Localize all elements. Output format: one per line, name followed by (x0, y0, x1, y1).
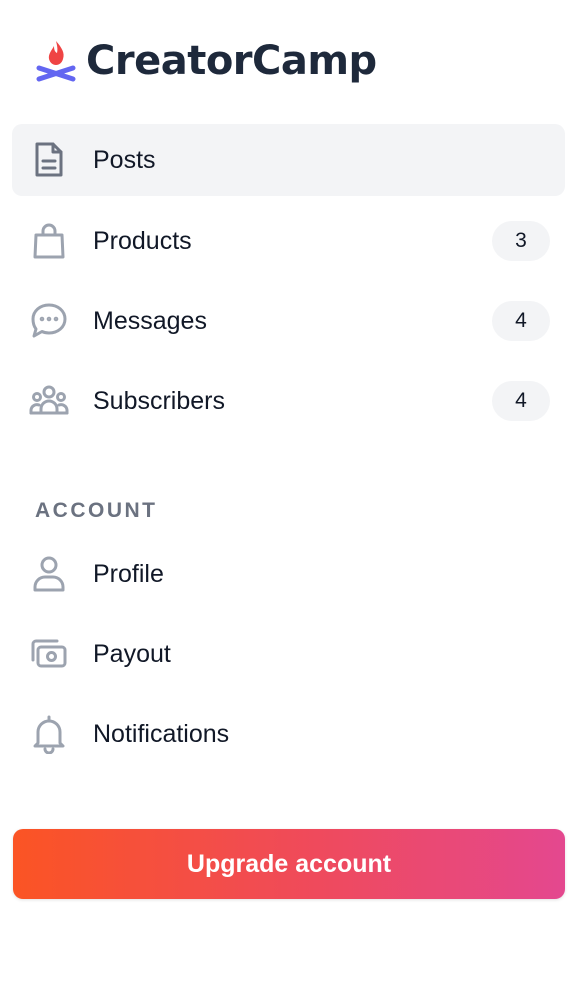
brand-logo[interactable]: CreatorCamp (36, 36, 377, 86)
nav-label-notifications: Notifications (93, 719, 230, 748)
nav-label-messages: Messages (93, 306, 207, 335)
nav-label-products: Products (93, 226, 192, 255)
nav-item-products[interactable]: Products 3 (12, 205, 565, 277)
user-icon (29, 554, 69, 594)
upgrade-account-button[interactable]: Upgrade account (13, 829, 565, 899)
campfire-logo-icon (36, 41, 76, 82)
bell-icon (29, 714, 69, 754)
brand-name: CreatorCamp (86, 38, 377, 84)
subscribers-count-badge: 4 (492, 381, 550, 421)
messages-count-badge: 4 (492, 301, 550, 341)
nav-label-posts: Posts (93, 145, 156, 174)
nav-item-profile[interactable]: Profile (12, 538, 565, 610)
nav-item-notifications[interactable]: Notifications (12, 698, 565, 770)
nav-label-subscribers: Subscribers (93, 386, 225, 415)
nav-item-messages[interactable]: Messages 4 (12, 285, 565, 357)
nav-item-posts[interactable]: Posts (12, 124, 565, 196)
document-icon (29, 140, 69, 180)
shopping-bag-icon (29, 221, 69, 261)
chat-bubble-icon (29, 301, 69, 341)
nav-item-subscribers[interactable]: Subscribers 4 (12, 365, 565, 437)
user-group-icon (29, 381, 69, 421)
products-count-badge: 3 (492, 221, 550, 261)
nav-label-payout: Payout (93, 639, 171, 668)
nav-item-payout[interactable]: Payout (12, 618, 565, 690)
cash-icon (29, 634, 69, 674)
nav-label-profile: Profile (93, 559, 164, 588)
account-section-heading: ACCOUNT (35, 499, 158, 522)
